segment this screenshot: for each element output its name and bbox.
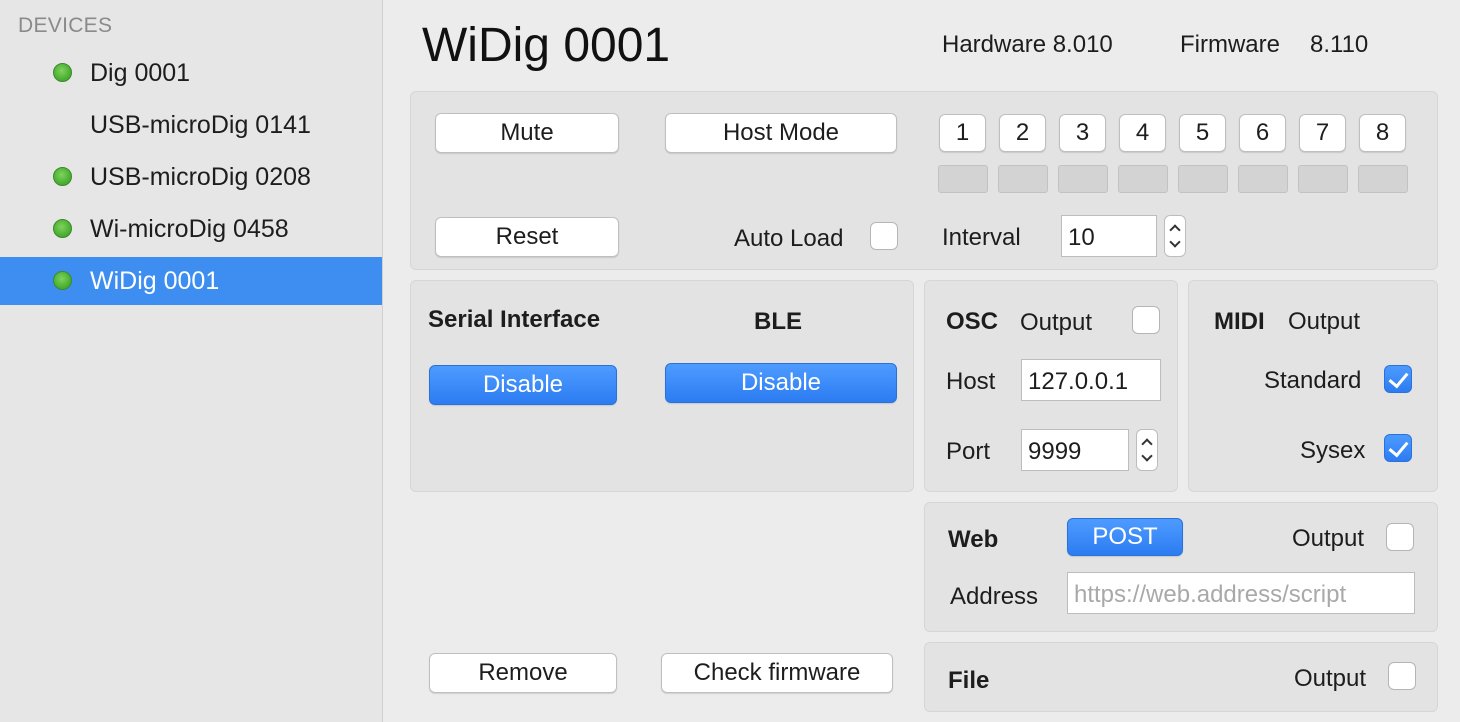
file-output-label: Output	[1294, 665, 1367, 692]
web-post-button[interactable]: POST	[1067, 518, 1183, 556]
osc-host-label: Host	[946, 368, 996, 395]
channel-7-indicator	[1298, 165, 1348, 193]
channel-6-indicator	[1238, 165, 1288, 193]
midi-title: MIDI	[1214, 308, 1265, 335]
channel-5-button[interactable]: 5	[1179, 114, 1226, 152]
midi-standard-label: Standard	[1264, 367, 1362, 394]
osc-port-input[interactable]: 9999	[1021, 429, 1129, 471]
web-output-checkbox[interactable]	[1386, 523, 1414, 551]
osc-title: OSC	[946, 308, 999, 335]
file-output-checkbox[interactable]	[1388, 662, 1416, 690]
web-title: Web	[948, 526, 999, 553]
midi-sysex-checkbox[interactable]	[1384, 434, 1412, 462]
channel-1-indicator	[938, 165, 988, 193]
host-mode-button[interactable]: Host Mode	[665, 113, 897, 153]
web-output-label: Output	[1292, 525, 1365, 552]
mute-button[interactable]: Mute	[435, 113, 619, 153]
sidebar-item-label: Wi-microDig 0458	[90, 215, 289, 243]
sidebar-item-dig-0001[interactable]: Dig 0001	[0, 49, 382, 97]
sidebar-item-label: USB-microDig 0141	[90, 111, 311, 139]
channel-6-button[interactable]: 6	[1239, 114, 1286, 152]
remove-button[interactable]: Remove	[429, 653, 617, 693]
hardware-version: Hardware 8.010	[942, 31, 1113, 58]
sidebar-header: DEVICES	[18, 14, 113, 37]
midi-sysex-label: Sysex	[1300, 437, 1366, 464]
channel-1-button[interactable]: 1	[939, 114, 986, 152]
serial-disable-button[interactable]: Disable	[429, 365, 617, 405]
sidebar-item-label: USB-microDig 0208	[90, 163, 311, 191]
osc-port-stepper[interactable]	[1136, 429, 1158, 471]
reset-button[interactable]: Reset	[435, 217, 619, 257]
osc-host-input[interactable]: 127.0.0.1	[1021, 359, 1161, 401]
firmware-version: 8.110	[1310, 31, 1369, 58]
sidebar-item-wi-microdig-0458[interactable]: Wi-microDig 0458	[0, 205, 382, 253]
sidebar-item-label: Dig 0001	[90, 59, 191, 87]
interval-label: Interval	[942, 224, 1021, 251]
sidebar-item-widig-0001[interactable]: WiDig 0001	[0, 257, 382, 305]
channel-2-button[interactable]: 2	[999, 114, 1046, 152]
channel-7-button[interactable]: 7	[1299, 114, 1346, 152]
channel-4-button[interactable]: 4	[1119, 114, 1166, 152]
serial-interface-title: Serial Interface	[428, 306, 601, 333]
channel-8-button[interactable]: 8	[1359, 114, 1406, 152]
status-online-icon	[53, 271, 72, 290]
ble-title: BLE	[754, 308, 802, 335]
device-sidebar: DEVICES Dig 0001 USB-microDig 0141 USB-m…	[0, 0, 383, 722]
channel-5-indicator	[1178, 165, 1228, 193]
auto-load-checkbox[interactable]	[870, 222, 898, 250]
osc-port-label: Port	[946, 438, 991, 465]
firmware-label: Firmware	[1180, 31, 1280, 58]
channel-2-indicator	[998, 165, 1048, 193]
midi-standard-checkbox[interactable]	[1384, 365, 1412, 393]
status-online-icon	[53, 219, 72, 238]
sidebar-item-usb-microdig-0208[interactable]: USB-microDig 0208	[0, 153, 382, 201]
channel-4-indicator	[1118, 165, 1168, 193]
interval-input[interactable]: 10	[1061, 215, 1157, 257]
channel-3-indicator	[1058, 165, 1108, 193]
osc-output-label: Output	[1020, 309, 1093, 336]
check-firmware-button[interactable]: Check firmware	[661, 653, 893, 693]
interval-stepper[interactable]	[1164, 215, 1186, 257]
midi-output-label: Output	[1288, 308, 1361, 335]
sidebar-item-label: WiDig 0001	[90, 267, 220, 295]
osc-output-checkbox[interactable]	[1132, 306, 1160, 334]
auto-load-label: Auto Load	[734, 225, 844, 252]
status-online-icon	[53, 167, 72, 186]
web-address-label: Address	[950, 583, 1039, 610]
status-online-icon	[53, 63, 72, 82]
ble-disable-button[interactable]: Disable	[665, 363, 897, 403]
page-title: WiDig 0001	[422, 19, 671, 72]
file-title: File	[948, 667, 990, 694]
channel-3-button[interactable]: 3	[1059, 114, 1106, 152]
sidebar-item-usb-microdig-0141[interactable]: USB-microDig 0141	[0, 101, 382, 149]
web-address-input[interactable]: https://web.address/script	[1067, 572, 1415, 614]
channel-8-indicator	[1358, 165, 1408, 193]
